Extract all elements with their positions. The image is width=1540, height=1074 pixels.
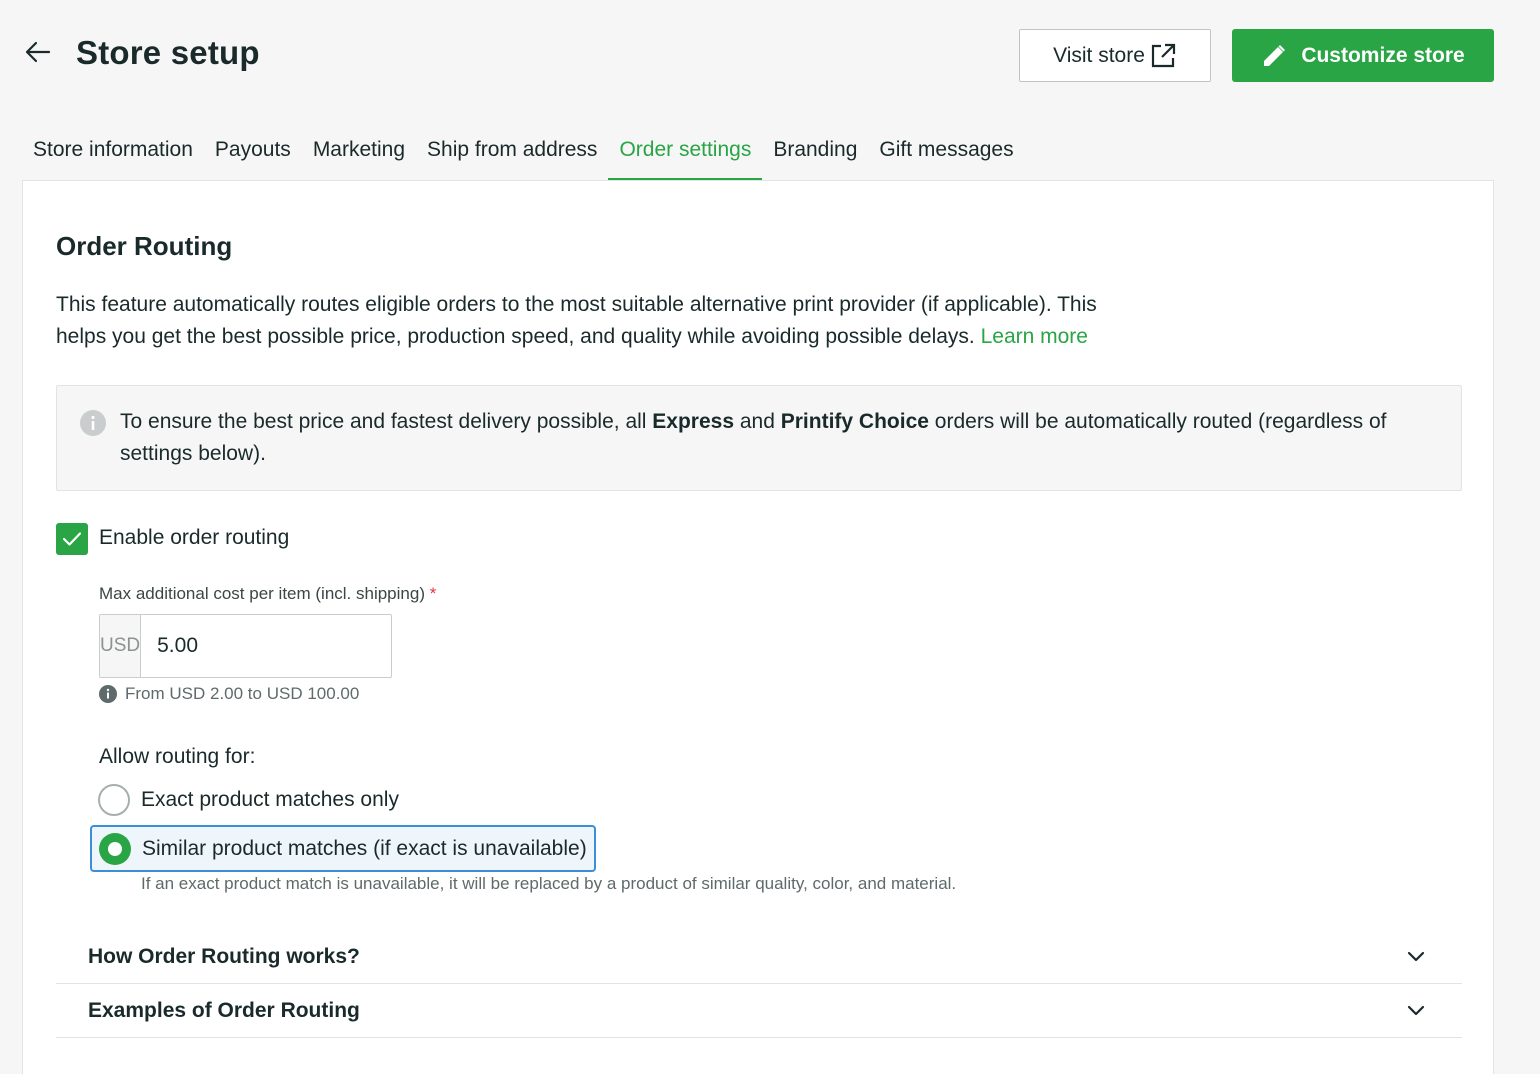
info-text-part: To ensure the best price and fastest del… bbox=[120, 410, 653, 433]
tab-order-settings[interactable]: Order settings bbox=[608, 128, 763, 180]
tab-branding[interactable]: Branding bbox=[762, 128, 868, 180]
info-express: Express bbox=[652, 410, 735, 433]
info-small-icon bbox=[99, 685, 117, 703]
radio-button-checked[interactable] bbox=[99, 832, 131, 865]
section-title: Order Routing bbox=[56, 231, 233, 261]
tab-payouts[interactable]: Payouts bbox=[204, 128, 302, 180]
visit-store-button[interactable]: Visit store bbox=[1019, 29, 1211, 82]
accordion-how-it-works[interactable]: How Order Routing works? bbox=[56, 930, 1462, 984]
order-routing-card: Order Routing This feature automatically… bbox=[22, 180, 1494, 1074]
radio-exact-matches[interactable]: Exact product matches only bbox=[90, 776, 407, 823]
allow-routing-label: Allow routing for: bbox=[99, 745, 256, 768]
info-printify-choice: Printify Choice bbox=[780, 410, 929, 433]
customize-store-label: Customize store bbox=[1301, 43, 1465, 67]
tab-store-information[interactable]: Store information bbox=[22, 128, 204, 180]
page-header: Store setup Visit store Customize store bbox=[0, 0, 1540, 110]
description-text: This feature automatically routes eligib… bbox=[56, 293, 1097, 348]
learn-more-link[interactable]: Learn more bbox=[981, 325, 1088, 348]
info-banner: To ensure the best price and fastest del… bbox=[56, 385, 1462, 491]
info-icon bbox=[80, 410, 106, 436]
tab-marketing[interactable]: Marketing bbox=[302, 128, 416, 180]
max-cost-label-text: Max additional cost per item (incl. ship… bbox=[99, 584, 425, 603]
accordion-examples[interactable]: Examples of Order Routing bbox=[56, 984, 1462, 1038]
max-cost-input-group: USD bbox=[99, 614, 429, 678]
radio-exact-matches-label: Exact product matches only bbox=[141, 787, 399, 811]
radio-similar-matches-label: Similar product matches (if exact is una… bbox=[142, 836, 587, 860]
external-link-icon bbox=[1151, 43, 1176, 67]
info-text-part: and bbox=[734, 410, 781, 433]
customize-store-button[interactable]: Customize store bbox=[1232, 29, 1494, 82]
enable-order-routing-checkbox[interactable] bbox=[56, 523, 88, 555]
radio-similar-matches[interactable]: Similar product matches (if exact is una… bbox=[90, 825, 596, 872]
settings-tabs: Store information Payouts Marketing Ship… bbox=[22, 128, 1025, 180]
max-cost-hint-text: From USD 2.00 to USD 100.00 bbox=[125, 684, 360, 703]
max-cost-hint: From USD 2.00 to USD 100.00 bbox=[99, 684, 359, 704]
checkmark-icon bbox=[62, 532, 82, 546]
max-cost-input[interactable] bbox=[141, 615, 429, 677]
visit-store-label: Visit store bbox=[1053, 43, 1145, 67]
back-button[interactable] bbox=[22, 36, 54, 68]
accordion-title: How Order Routing works? bbox=[88, 945, 360, 968]
required-mark: * bbox=[429, 584, 437, 603]
tab-ship-from-address[interactable]: Ship from address bbox=[416, 128, 608, 180]
tab-gift-messages[interactable]: Gift messages bbox=[868, 128, 1024, 180]
pencil-icon bbox=[1264, 44, 1286, 66]
info-text: To ensure the best price and fastest del… bbox=[120, 406, 1430, 470]
radio-button-unchecked[interactable] bbox=[98, 783, 130, 816]
max-cost-label: Max additional cost per item (incl. ship… bbox=[99, 584, 436, 604]
enable-order-routing-label[interactable]: Enable order routing bbox=[99, 526, 289, 550]
chevron-down-icon bbox=[1407, 1005, 1425, 1016]
radio-dot bbox=[108, 841, 122, 856]
currency-prefix: USD bbox=[100, 615, 142, 677]
chevron-down-icon bbox=[1407, 951, 1425, 962]
section-description: This feature automatically routes eligib… bbox=[56, 289, 1146, 353]
accordion-title: Examples of Order Routing bbox=[88, 999, 360, 1022]
similar-matches-help: If an exact product match is unavailable… bbox=[141, 874, 957, 893]
arrow-left-icon bbox=[25, 41, 51, 63]
page-title: Store setup bbox=[76, 34, 260, 71]
